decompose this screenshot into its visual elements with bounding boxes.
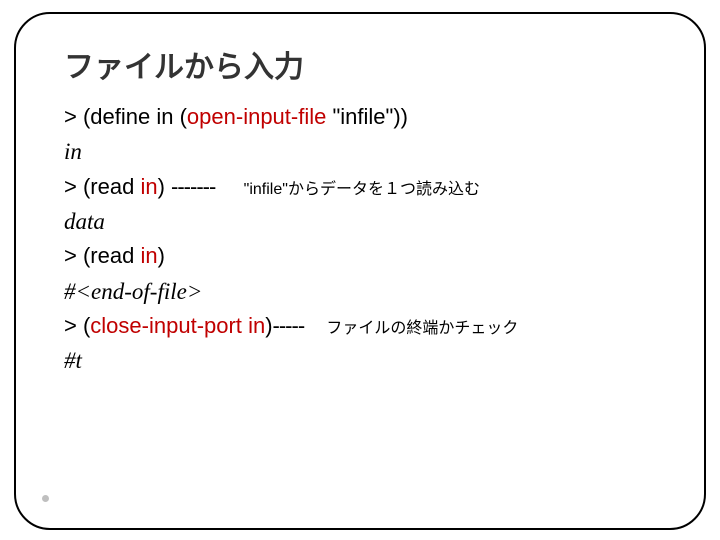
code-line-5: > (read in) (64, 239, 666, 273)
var-in: in (140, 243, 157, 268)
text: (read (83, 243, 140, 268)
output-in: in (64, 134, 666, 170)
prompt: > (64, 243, 83, 268)
annotation-read: "infile"からデータを１つ読み込む (244, 181, 480, 198)
prompt: > (64, 174, 83, 199)
code-line-1: > (define in (open-input-file "infile")) (64, 100, 666, 134)
var-in: in (248, 313, 265, 338)
slide-frame: ファイルから入力 > (define in (open-input-file "… (14, 12, 706, 530)
prompt: > (64, 313, 83, 338)
var-in: in (140, 174, 157, 199)
dash-connector: ----- (273, 313, 305, 338)
spacer (215, 174, 233, 199)
slide-title: ファイルから入力 (64, 42, 666, 86)
code-line-7: > (close-input-port in)----- ファイルの終端かチェッ… (64, 309, 666, 343)
output-eof: #<end-of-file> (64, 274, 666, 310)
keyword-close-input-port: close-input-port (90, 313, 242, 338)
output-data: data (64, 204, 666, 240)
text: ) (158, 174, 165, 199)
text: ) (158, 243, 165, 268)
spacer (304, 313, 316, 338)
text: "infile")) (326, 104, 408, 129)
keyword-open-input-file: open-input-file (187, 104, 326, 129)
code-line-3: > (read in) ------- "infile"からデータを１つ読み込む (64, 170, 666, 204)
decorative-dot (42, 495, 49, 502)
dash-connector: ------- (171, 174, 215, 199)
text: (read (83, 174, 140, 199)
annotation-close: ファイルの終端かチェック (326, 320, 518, 337)
text: ) (265, 313, 272, 338)
prompt: > (64, 104, 83, 129)
code-block: > (define in (open-input-file "infile"))… (64, 100, 666, 379)
text: (define in ( (83, 104, 187, 129)
output-true: #t (64, 343, 666, 379)
slide: ファイルから入力 > (define in (open-input-file "… (0, 0, 720, 540)
